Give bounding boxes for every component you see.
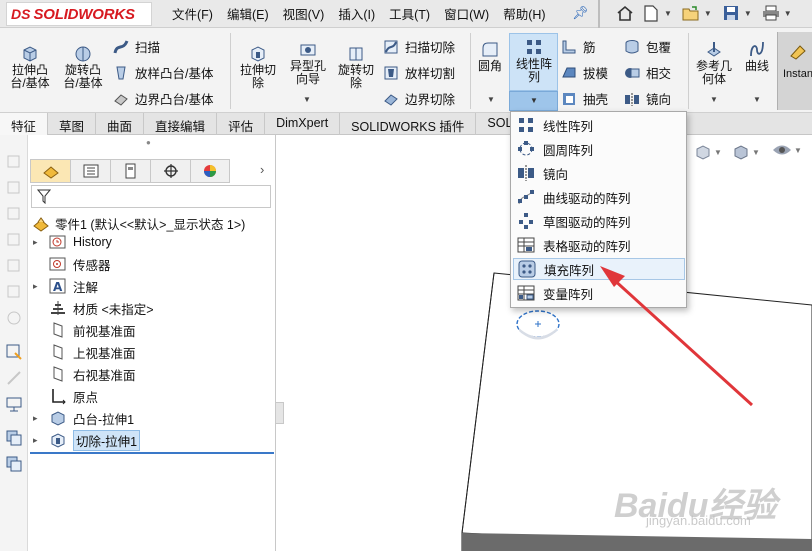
annotation-arrow <box>600 266 754 407</box>
watermark-url: jingyan.baidu.com <box>646 513 751 528</box>
